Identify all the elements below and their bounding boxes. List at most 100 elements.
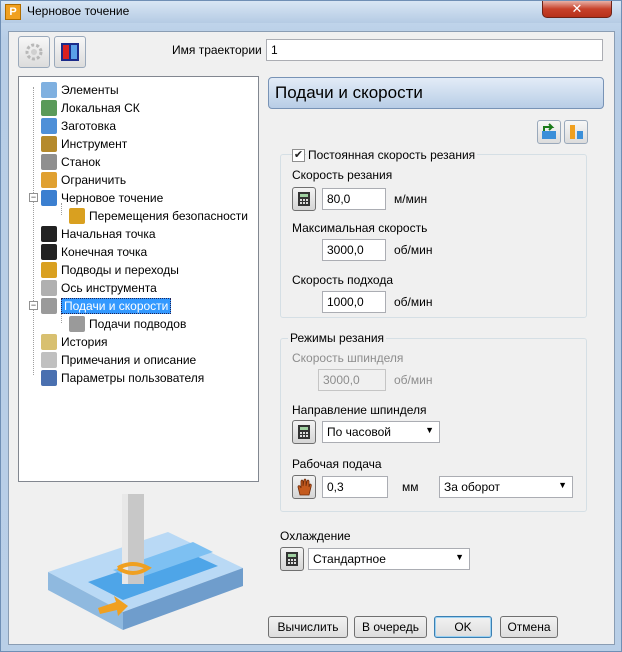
cutting-modes-title: Режимы резания [288, 331, 387, 345]
cooling-select[interactable]: Стандартное ▼ [308, 548, 470, 570]
tree-item-label: Параметры пользователя [61, 371, 205, 385]
reset-feeds-icon [570, 125, 583, 139]
max-speed-input[interactable] [322, 239, 386, 261]
user-params-icon [41, 370, 57, 386]
tree-item-label: Подачи и скорости [61, 298, 172, 314]
history-icon [41, 334, 57, 350]
tree-item-label: Инструмент [61, 137, 128, 151]
spindle-direction-calculator-button[interactable] [292, 420, 316, 444]
tree-item[interactable]: Подводы и переходы [41, 261, 179, 279]
tree-item-label: Конечная точка [61, 245, 148, 259]
ok-button[interactable]: OK [434, 616, 492, 638]
tool-axis-icon [41, 280, 57, 296]
trajectory-name-label: Имя траектории [172, 43, 262, 57]
tree-item[interactable]: Начальная точка [41, 225, 156, 243]
cooling-calculator-button[interactable] [280, 547, 304, 571]
panel-title: Подачи и скорости [268, 77, 604, 109]
gear-disabled-icon [25, 43, 43, 61]
leads-links-icon [41, 262, 57, 278]
tree-item-label: Станок [61, 155, 101, 169]
tree-item-label: Ось инструмента [61, 281, 157, 295]
work-feed-input[interactable] [322, 476, 388, 498]
tree-item[interactable]: Станок [41, 153, 100, 171]
tree-item-label: Ограничить [61, 173, 127, 187]
strategy-icon-button[interactable] [54, 36, 86, 68]
work-feed-mode-value: За оборот [444, 480, 501, 494]
tree-item-label: Примечания и описание [61, 353, 197, 367]
work-feed-hand-button[interactable] [292, 475, 316, 499]
tree-item[interactable]: Элементы [41, 81, 119, 99]
max-speed-label: Максимальная скорость [292, 221, 428, 235]
cutting-speed-unit: м/мин [394, 192, 428, 206]
block-icon [41, 118, 57, 134]
tree-item-label: Подводы и переходы [61, 263, 179, 277]
tree-item-label: Черновое точение [61, 191, 164, 205]
work-feed-mode-select[interactable]: За оборот ▼ [439, 476, 573, 498]
strategy-tree[interactable]: Элементы Локальная СК Заготовка Инструмент С… [18, 76, 259, 482]
machine-icon [41, 154, 57, 170]
spindle-direction-label: Направление шпинделя [292, 403, 427, 417]
tree-item[interactable]: Черновое точение [41, 189, 163, 207]
tree-item-label: Начальная точка [61, 227, 156, 241]
load-feeds-icon [542, 123, 556, 139]
cancel-button[interactable]: Отмена [500, 616, 558, 638]
approach-speed-input[interactable] [322, 291, 386, 313]
tree-collapse-toggle[interactable]: − [29, 193, 38, 202]
tree-item[interactable]: История [41, 333, 108, 351]
load-feeds-button[interactable] [537, 120, 561, 144]
features-icon [41, 82, 57, 98]
limit-icon [41, 172, 57, 188]
trajectory-name-input[interactable] [266, 39, 603, 61]
spindle-speed-input [318, 369, 386, 391]
chevron-down-icon: ▼ [558, 480, 567, 490]
tree-item[interactable]: Заготовка [41, 117, 116, 135]
tree-collapse-toggle[interactable]: − [29, 301, 38, 310]
calculator-icon [298, 425, 310, 439]
tree-item-label: Перемещения безопасности [89, 209, 249, 223]
tree-item-label: Заготовка [61, 119, 117, 133]
tree-item-label: Подачи подводов [89, 317, 187, 331]
tree-item[interactable]: Параметры пользователя [41, 369, 204, 387]
constant-speed-label: Постоянная скорость резания [306, 148, 478, 162]
tool-icon [41, 136, 57, 152]
dialog-client-area: Имя траектории Элементы Локальная СК Загот… [8, 31, 615, 645]
close-button[interactable]: ✕ [542, 1, 612, 18]
tree-item-label: Локальная СК [61, 101, 140, 115]
tree-item[interactable]: Локальная СК [41, 99, 140, 117]
notes-icon [41, 352, 57, 368]
chevron-down-icon: ▼ [425, 425, 434, 435]
tree-item[interactable]: Перемещения безопасности [69, 207, 248, 225]
cutting-speed-input[interactable] [322, 188, 386, 210]
title-bar: P Черновое точение ✕ [1, 1, 621, 23]
spindle-speed-label: Скорость шпинделя [292, 351, 404, 365]
cutting-speed-calculator-button[interactable] [292, 187, 316, 211]
constant-speed-checkbox[interactable]: ✔ [292, 149, 305, 162]
spindle-speed-unit: об/мин [394, 373, 433, 387]
tree-item-label: Элементы [61, 83, 119, 97]
calculator-icon [298, 192, 310, 206]
spindle-direction-select[interactable]: По часовой ▼ [322, 421, 440, 443]
feeds-speeds-icon [41, 298, 57, 314]
work-feed-label: Рабочая подача [292, 457, 382, 471]
tree-item[interactable]: Ось инструмента [41, 279, 157, 297]
tree-item[interactable]: Подачи подводов [69, 315, 186, 333]
tree-item[interactable]: Подачи и скорости [41, 297, 172, 315]
cooling-value: Стандартное [313, 552, 386, 566]
gear-disabled-icon-button[interactable] [18, 36, 50, 68]
tree-guide-line [33, 87, 34, 375]
calculator-icon [286, 552, 298, 566]
approach-speed-label: Скорость подхода [292, 273, 394, 287]
reset-feeds-button[interactable] [564, 120, 588, 144]
window-title: Черновое точение [27, 4, 130, 18]
tree-item[interactable]: Примечания и описание [41, 351, 196, 369]
cutting-speed-label: Скорость резания [292, 168, 393, 182]
calculate-button[interactable]: Вычислить [268, 616, 348, 638]
tree-item[interactable]: Ограничить [41, 171, 126, 189]
workplane-icon [41, 100, 57, 116]
approach-speed-unit: об/мин [394, 295, 433, 309]
queue-button[interactable]: В очередь [354, 616, 427, 638]
tree-item[interactable]: Конечная точка [41, 243, 147, 261]
feeds-preview-image [48, 494, 243, 630]
tree-item-label: История [61, 335, 108, 349]
tree-item[interactable]: Инструмент [41, 135, 127, 153]
